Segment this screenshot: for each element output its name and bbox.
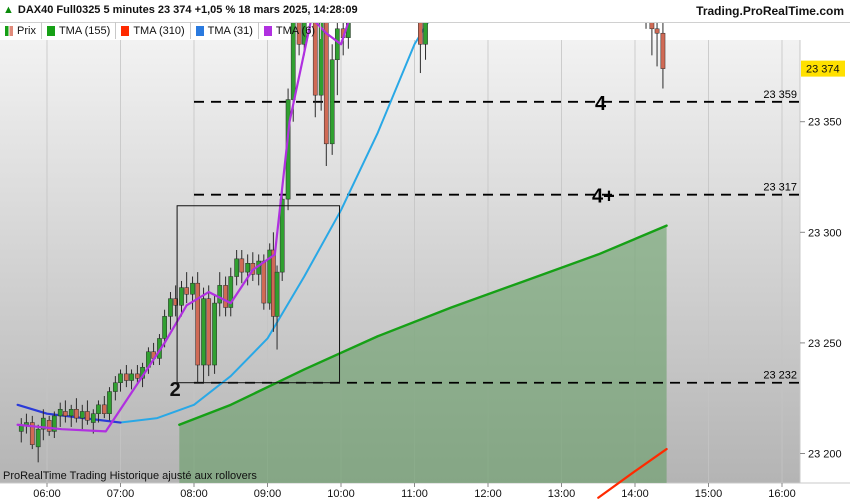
candle-body (201, 298, 206, 366)
candle-body (124, 373, 129, 381)
level-value-label: 23 317 (763, 182, 797, 194)
legend-item-price[interactable]: Prix (0, 22, 42, 39)
candle-body (113, 382, 118, 392)
candle-body (206, 298, 212, 366)
up-arrow-icon: ▲ (3, 4, 14, 16)
x-tick-label: 13:00 (548, 488, 576, 500)
candle-body (212, 302, 217, 366)
chart-window: 23 5065r23 4855r23 40123 359423 3174+23 … (0, 0, 850, 500)
candle-body (223, 285, 228, 308)
candle-body (107, 391, 112, 414)
level-name-label: 4+ (592, 186, 615, 208)
legend-item-tma310[interactable]: TMA (310) (116, 22, 191, 39)
candle-body (217, 285, 223, 304)
candle (206, 285, 212, 377)
candle-body (274, 271, 280, 317)
last-price-tag: 23 374 (806, 64, 840, 76)
candle-body (96, 404, 101, 414)
x-tick-label: 15:00 (695, 488, 723, 500)
line-color-swatch (46, 25, 55, 36)
candle-body (85, 411, 90, 421)
candle-body (334, 28, 340, 61)
candle-body (79, 411, 85, 419)
line-color-swatch (195, 25, 204, 36)
candle-body (261, 260, 267, 304)
candle-body (329, 59, 335, 145)
candle-body (35, 428, 41, 448)
candle-body (101, 404, 107, 414)
candle-body (68, 409, 74, 417)
legend-label: TMA (31) (207, 24, 253, 37)
y-tick-label: 23 300 (808, 227, 842, 239)
candle-body (234, 258, 239, 277)
candle-body (168, 298, 173, 317)
x-tick-label: 10:00 (327, 488, 355, 500)
y-tick-label: 23 350 (808, 117, 842, 129)
x-tick-label: 16:00 (768, 488, 796, 500)
price-chart[interactable]: 23 5065r23 4855r23 40123 359423 3174+23 … (0, 0, 850, 500)
y-tick-label: 23 200 (808, 449, 842, 461)
instrument-title: DAX40 Full0325 5 minutes 23 374 +1,05 % … (17, 4, 358, 16)
instrument-title-wrap: ▲ DAX40 Full0325 5 minutes 23 374 +1,05 %… (3, 4, 358, 16)
legend-label: Prix (17, 24, 36, 37)
level-name-label: 4 (595, 93, 607, 115)
level-value-label: 23 359 (763, 89, 797, 101)
x-tick-label: 06:00 (33, 488, 61, 500)
candle-body (190, 282, 195, 295)
legend-label: TMA (310) (133, 24, 185, 37)
chart-header: ▲ DAX40 Full0325 5 minutes 23 374 +1,05 %… (0, 0, 850, 23)
candle (329, 44, 335, 155)
candle-body (184, 287, 190, 295)
wave-label: 2 (170, 379, 181, 401)
legend-label: TMA (155) (58, 24, 111, 37)
legend-item-tma31[interactable]: TMA (31) (191, 22, 259, 39)
candle-body (162, 316, 167, 339)
level-value-label: 23 232 (763, 370, 797, 382)
candle-body (245, 263, 251, 273)
line-color-swatch (263, 25, 272, 36)
candle-body (90, 413, 96, 423)
candle-body (179, 287, 184, 306)
line-color-swatch (121, 25, 130, 36)
candle-body (118, 373, 123, 383)
chart-footer: ProRealTime Trading Historique ajusté au… (3, 470, 257, 482)
candle-body (63, 411, 68, 417)
y-tick-label: 23 250 (808, 338, 842, 350)
candle (212, 294, 217, 374)
x-tick-label: 14:00 (621, 488, 649, 500)
x-tick-label: 11:00 (401, 488, 428, 500)
x-tick-label: 12:00 (474, 488, 502, 500)
candle-body (57, 409, 63, 417)
candles-icon (5, 25, 13, 36)
candle-body (660, 32, 666, 69)
candle-body (195, 282, 201, 366)
legend-label: TMA (6) (275, 24, 316, 37)
x-tick-label: 09:00 (254, 488, 282, 500)
candle-body (74, 409, 79, 419)
candle-body (654, 28, 660, 34)
price-axis-panel (800, 40, 850, 483)
candle-body (46, 420, 52, 432)
indicator-legend: Prix TMA (155) TMA (310) TMA (31) TMA (6… (0, 22, 322, 39)
legend-item-tma155[interactable]: TMA (155) (42, 22, 117, 39)
x-tick-label: 07:00 (107, 488, 135, 500)
x-tick-label: 08:00 (180, 488, 208, 500)
candle-body (129, 373, 134, 381)
candle-body (135, 373, 140, 379)
candle-body (239, 258, 245, 273)
legend-item-tma6[interactable]: TMA (6) (259, 22, 322, 39)
site-name: Trading.ProRealTime.com (696, 4, 844, 18)
